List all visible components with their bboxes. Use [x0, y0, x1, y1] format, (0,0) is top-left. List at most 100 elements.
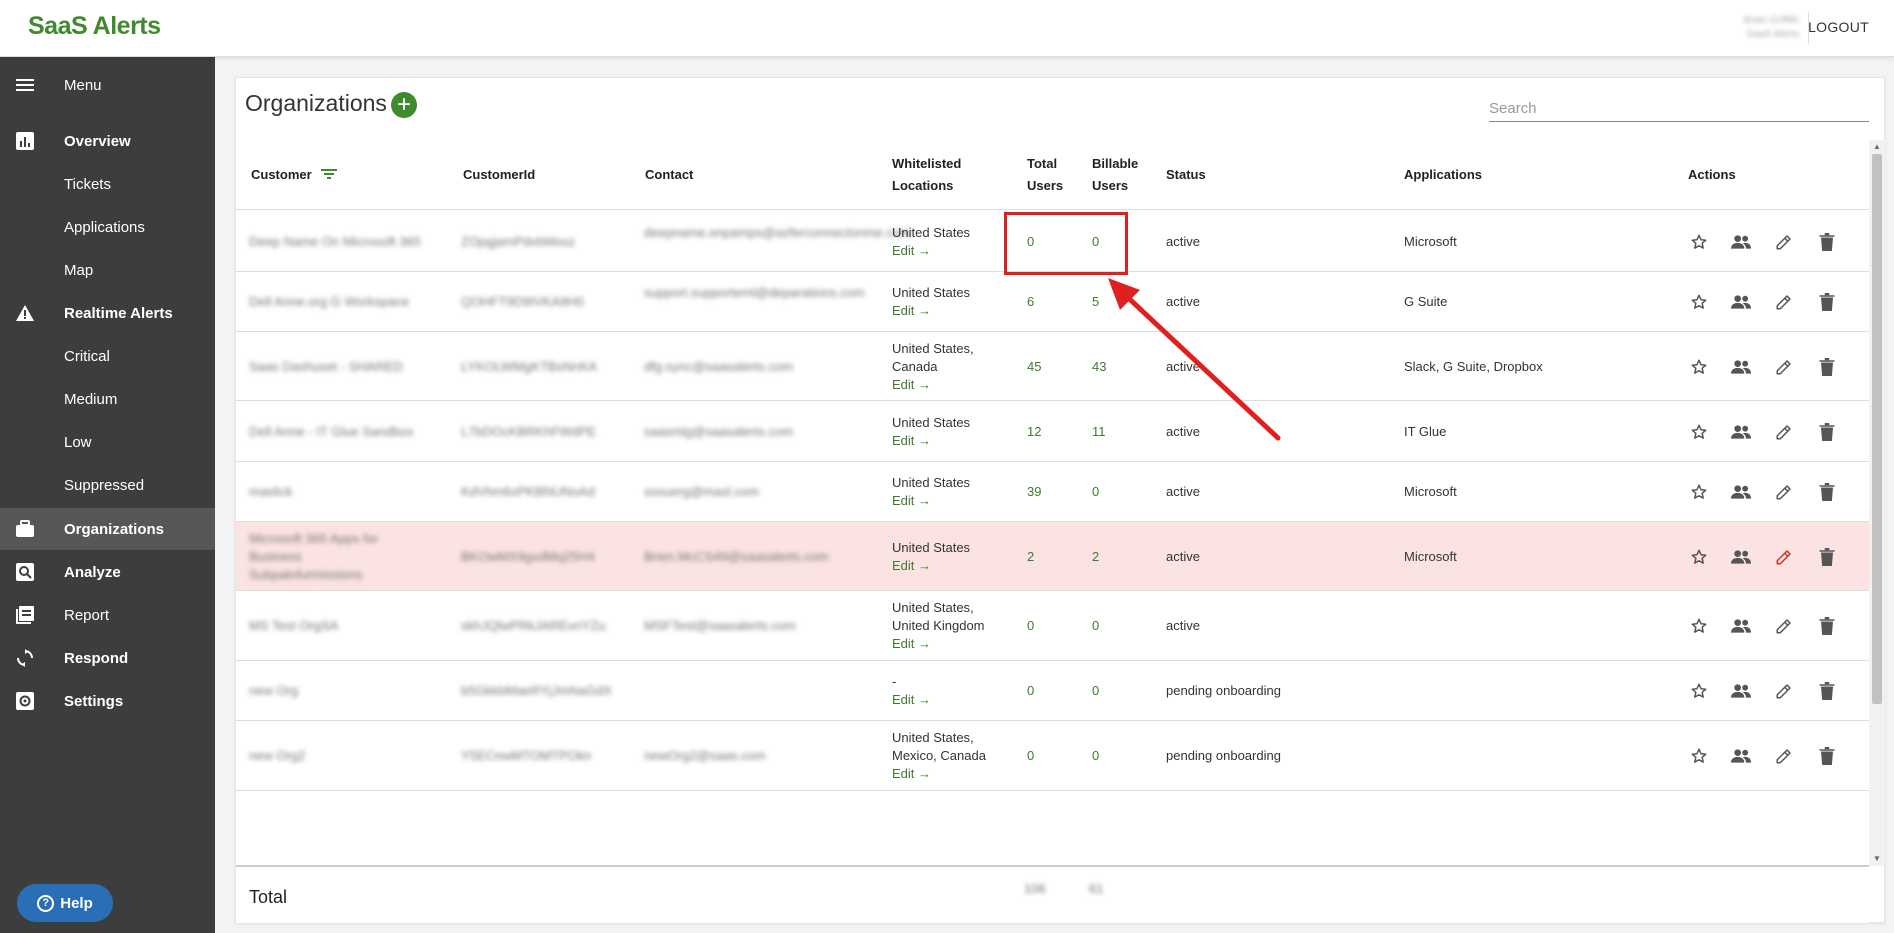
vertical-scrollbar[interactable]: ▲ ▼ — [1869, 140, 1885, 866]
sidebar-item-low[interactable]: Low — [0, 421, 215, 463]
trash-icon[interactable] — [1816, 356, 1838, 378]
edit-pencil-icon[interactable] — [1773, 680, 1795, 702]
customer-name[interactable]: Dell Anne - IT Glue Sandbox — [249, 423, 414, 441]
users-icon[interactable] — [1730, 615, 1752, 637]
column-header-whitelisted-locations[interactable]: Whitelisted Locations — [892, 153, 961, 197]
star-icon[interactable] — [1688, 745, 1710, 767]
sidebar-item-organizations[interactable]: Organizations — [0, 508, 215, 550]
edit-pencil-icon[interactable] — [1773, 615, 1795, 637]
search-input[interactable] — [1489, 96, 1869, 122]
trash-icon[interactable] — [1816, 546, 1838, 568]
column-header-applications[interactable]: Applications — [1404, 164, 1482, 186]
table-row[interactable]: new Org b5GkkbMaeRYjJmNaGdX - Edit → 0 0 pendi… — [236, 661, 1869, 721]
edit-pencil-icon[interactable] — [1773, 546, 1795, 568]
edit-locations-link[interactable]: Edit → — [892, 432, 970, 450]
saas-alerts-logo[interactable]: SaaS Alerts — [28, 12, 161, 41]
edit-pencil-icon[interactable] — [1773, 231, 1795, 253]
column-header-status[interactable]: Status — [1166, 164, 1206, 186]
users-icon[interactable] — [1730, 546, 1752, 568]
customer-name[interactable]: new Org — [249, 682, 298, 700]
column-header-customer-id[interactable]: CustomerId — [463, 164, 535, 186]
sidebar-item-realtime-alerts[interactable]: Realtime Alerts — [0, 292, 215, 334]
edit-pencil-icon[interactable] — [1773, 745, 1795, 767]
edit-locations-link[interactable]: Edit → — [892, 557, 970, 575]
customer-name[interactable]: MS Test OrgSA — [249, 617, 338, 635]
customer-name[interactable]: new Org2 — [249, 747, 305, 765]
sidebar-item-suppressed[interactable]: Suppressed — [0, 464, 215, 506]
sidebar-item-label: Realtime Alerts — [64, 304, 173, 322]
help-button[interactable]: ? Help — [17, 884, 113, 922]
edit-pencil-icon[interactable] — [1773, 481, 1795, 503]
users-icon[interactable] — [1730, 291, 1752, 313]
star-icon[interactable] — [1688, 231, 1710, 253]
customer-name[interactable]: Deep Name On Microsoft 365 — [249, 233, 421, 251]
edit-pencil-icon[interactable] — [1773, 291, 1795, 313]
edit-pencil-icon[interactable] — [1773, 421, 1795, 443]
trash-icon[interactable] — [1816, 231, 1838, 253]
star-icon[interactable] — [1688, 356, 1710, 378]
customer-name[interactable]: Dell Anne.org G Workspace — [249, 293, 409, 311]
sidebar-item-label: Applications — [64, 218, 145, 236]
users-icon[interactable] — [1730, 481, 1752, 503]
edit-locations-link[interactable]: Edit → — [892, 492, 970, 510]
whitelisted-locations: United States, Canada Edit → — [892, 340, 974, 394]
users-icon[interactable] — [1730, 356, 1752, 378]
star-icon[interactable] — [1688, 546, 1710, 568]
column-header-total-users[interactable]: Total Users — [1027, 153, 1063, 197]
sidebar-item-applications[interactable]: Applications — [0, 206, 215, 248]
logout-button[interactable]: LOGOUT — [1808, 19, 1869, 35]
table-row[interactable]: Dell Anne - IT Glue Sandbox L7bDOcKBRKhFW… — [236, 401, 1869, 462]
table-row[interactable]: new Org2 Y5ECnwMTOMTPOkn newOrg2@saas.com U… — [236, 721, 1869, 791]
users-icon[interactable] — [1730, 231, 1752, 253]
users-icon[interactable] — [1730, 745, 1752, 767]
filter-icon[interactable] — [321, 165, 338, 187]
trash-icon[interactable] — [1816, 745, 1838, 767]
column-header-billable-users[interactable]: Billable Users — [1092, 153, 1138, 197]
scroll-down-arrow[interactable]: ▼ — [1873, 854, 1881, 863]
scroll-thumb[interactable] — [1872, 154, 1882, 704]
table-row[interactable]: Saas Dashuset - SHARED LYKOLWMgKTBsNnKA df… — [236, 332, 1869, 401]
users-icon[interactable] — [1730, 680, 1752, 702]
column-header-customer[interactable]: Customer — [251, 164, 338, 187]
sidebar-item-critical[interactable]: Critical — [0, 335, 215, 377]
billable-users-value: 0 — [1092, 683, 1100, 698]
customer-name[interactable]: maslick — [249, 483, 292, 501]
edit-locations-link[interactable]: Edit → — [892, 691, 931, 709]
column-header-contact[interactable]: Contact — [645, 164, 693, 186]
sidebar-item-overview[interactable]: Overview — [0, 120, 215, 162]
table-row[interactable]: Microsoft 365 Apps for Business Subpalof… — [236, 522, 1869, 591]
edit-locations-link[interactable]: Edit → — [892, 376, 974, 394]
sidebar-item-menu[interactable]: Menu — [0, 64, 215, 106]
trash-icon[interactable] — [1816, 680, 1838, 702]
add-organization-button[interactable]: + — [391, 92, 417, 118]
table-row[interactable]: maslick KdVhm6xPKBNUNoAd sosuerg@masl.com U… — [236, 462, 1869, 522]
users-icon[interactable] — [1730, 421, 1752, 443]
trash-icon[interactable] — [1816, 615, 1838, 637]
star-icon[interactable] — [1688, 615, 1710, 637]
sidebar-item-map[interactable]: Map — [0, 249, 215, 291]
scroll-up-arrow[interactable]: ▲ — [1873, 142, 1881, 151]
sidebar-item-analyze[interactable]: Analyze — [0, 551, 215, 593]
edit-locations-link[interactable]: Edit → — [892, 242, 970, 260]
trash-icon[interactable] — [1816, 481, 1838, 503]
table-row[interactable]: MS Test OrgSA skhJQlwPRkJAREvnYZu MSFTest@… — [236, 591, 1869, 661]
edit-locations-link[interactable]: Edit → — [892, 765, 986, 783]
status-text: active — [1166, 233, 1200, 249]
sidebar-item-settings[interactable]: Settings — [0, 680, 215, 722]
customer-name[interactable]: Saas Dashuset - SHARED — [249, 358, 403, 376]
edit-pencil-icon[interactable] — [1773, 356, 1795, 378]
edit-locations-link[interactable]: Edit → — [892, 302, 970, 320]
customer-name[interactable]: Microsoft 365 Apps for Business Subpalof… — [249, 530, 399, 584]
sidebar-item-report[interactable]: Report — [0, 594, 215, 636]
star-icon[interactable] — [1688, 481, 1710, 503]
trash-icon[interactable] — [1816, 421, 1838, 443]
table-row[interactable]: Dell Anne.org G Workspace QOHFT9D9IVKA9H0… — [236, 272, 1869, 332]
trash-icon[interactable] — [1816, 291, 1838, 313]
star-icon[interactable] — [1688, 680, 1710, 702]
sidebar-item-medium[interactable]: Medium — [0, 378, 215, 420]
sidebar-item-respond[interactable]: Respond — [0, 637, 215, 679]
star-icon[interactable] — [1688, 291, 1710, 313]
sidebar-item-tickets[interactable]: Tickets — [0, 163, 215, 205]
edit-locations-link[interactable]: Edit → — [892, 635, 985, 653]
star-icon[interactable] — [1688, 421, 1710, 443]
